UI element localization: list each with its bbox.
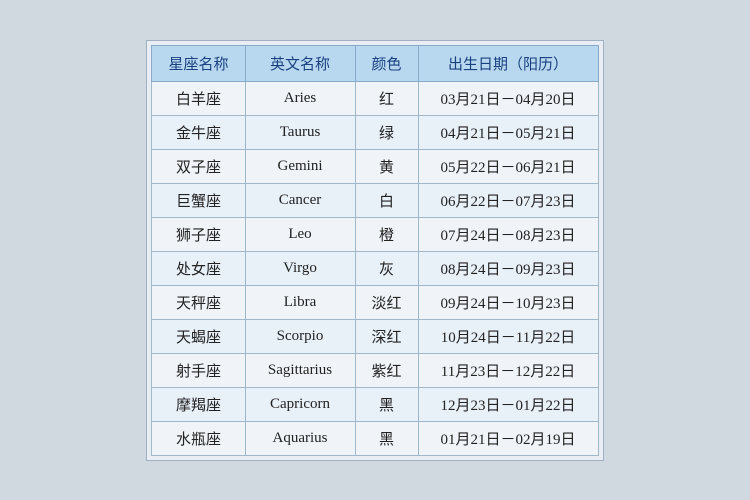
table-row: 金牛座Taurus绿04月21日－05月21日: [152, 115, 598, 149]
table-row: 巨蟹座Cancer白06月22日－07月23日: [152, 183, 598, 217]
cell-english: Taurus: [245, 115, 355, 149]
table-row: 摩羯座Capricorn黑12月23日－01月22日: [152, 387, 598, 421]
cell-color: 淡红: [355, 285, 418, 319]
table-row: 射手座Sagittarius紫红11月23日－12月22日: [152, 353, 598, 387]
zodiac-table: 星座名称 英文名称 颜色 出生日期（阳历） 白羊座Aries红03月21日－04…: [151, 45, 598, 456]
cell-date: 10月24日－11月22日: [418, 319, 598, 353]
cell-chinese: 水瓶座: [152, 421, 245, 455]
cell-date: 06月22日－07月23日: [418, 183, 598, 217]
zodiac-table-container: 星座名称 英文名称 颜色 出生日期（阳历） 白羊座Aries红03月21日－04…: [146, 40, 603, 461]
cell-chinese: 双子座: [152, 149, 245, 183]
cell-date: 03月21日－04月20日: [418, 81, 598, 115]
cell-date: 09月24日－10月23日: [418, 285, 598, 319]
cell-date: 01月21日－02月19日: [418, 421, 598, 455]
cell-chinese: 天秤座: [152, 285, 245, 319]
cell-color: 白: [355, 183, 418, 217]
cell-english: Cancer: [245, 183, 355, 217]
table-row: 双子座Gemini黄05月22日－06月21日: [152, 149, 598, 183]
table-row: 水瓶座Aquarius黑01月21日－02月19日: [152, 421, 598, 455]
header-date: 出生日期（阳历）: [418, 45, 598, 81]
cell-english: Leo: [245, 217, 355, 251]
cell-date: 04月21日－05月21日: [418, 115, 598, 149]
cell-chinese: 白羊座: [152, 81, 245, 115]
cell-chinese: 狮子座: [152, 217, 245, 251]
cell-english: Aquarius: [245, 421, 355, 455]
cell-chinese: 摩羯座: [152, 387, 245, 421]
cell-chinese: 金牛座: [152, 115, 245, 149]
cell-date: 12月23日－01月22日: [418, 387, 598, 421]
cell-chinese: 巨蟹座: [152, 183, 245, 217]
cell-color: 黑: [355, 421, 418, 455]
cell-english: Aries: [245, 81, 355, 115]
cell-english: Capricorn: [245, 387, 355, 421]
table-row: 天蝎座Scorpio深红10月24日－11月22日: [152, 319, 598, 353]
cell-date: 08月24日－09月23日: [418, 251, 598, 285]
cell-date: 05月22日－06月21日: [418, 149, 598, 183]
table-row: 狮子座Leo橙07月24日－08月23日: [152, 217, 598, 251]
cell-english: Sagittarius: [245, 353, 355, 387]
cell-date: 11月23日－12月22日: [418, 353, 598, 387]
cell-english: Gemini: [245, 149, 355, 183]
cell-color: 黄: [355, 149, 418, 183]
cell-color: 紫红: [355, 353, 418, 387]
table-body: 白羊座Aries红03月21日－04月20日金牛座Taurus绿04月21日－0…: [152, 81, 598, 455]
cell-color: 黑: [355, 387, 418, 421]
cell-chinese: 射手座: [152, 353, 245, 387]
table-row: 天秤座Libra淡红09月24日－10月23日: [152, 285, 598, 319]
header-chinese: 星座名称: [152, 45, 245, 81]
cell-chinese: 天蝎座: [152, 319, 245, 353]
cell-chinese: 处女座: [152, 251, 245, 285]
cell-color: 灰: [355, 251, 418, 285]
cell-color: 深红: [355, 319, 418, 353]
cell-english: Libra: [245, 285, 355, 319]
header-color: 颜色: [355, 45, 418, 81]
table-row: 处女座Virgo灰08月24日－09月23日: [152, 251, 598, 285]
table-header-row: 星座名称 英文名称 颜色 出生日期（阳历）: [152, 45, 598, 81]
table-row: 白羊座Aries红03月21日－04月20日: [152, 81, 598, 115]
cell-date: 07月24日－08月23日: [418, 217, 598, 251]
cell-english: Scorpio: [245, 319, 355, 353]
header-english: 英文名称: [245, 45, 355, 81]
cell-color: 橙: [355, 217, 418, 251]
cell-color: 绿: [355, 115, 418, 149]
cell-english: Virgo: [245, 251, 355, 285]
cell-color: 红: [355, 81, 418, 115]
